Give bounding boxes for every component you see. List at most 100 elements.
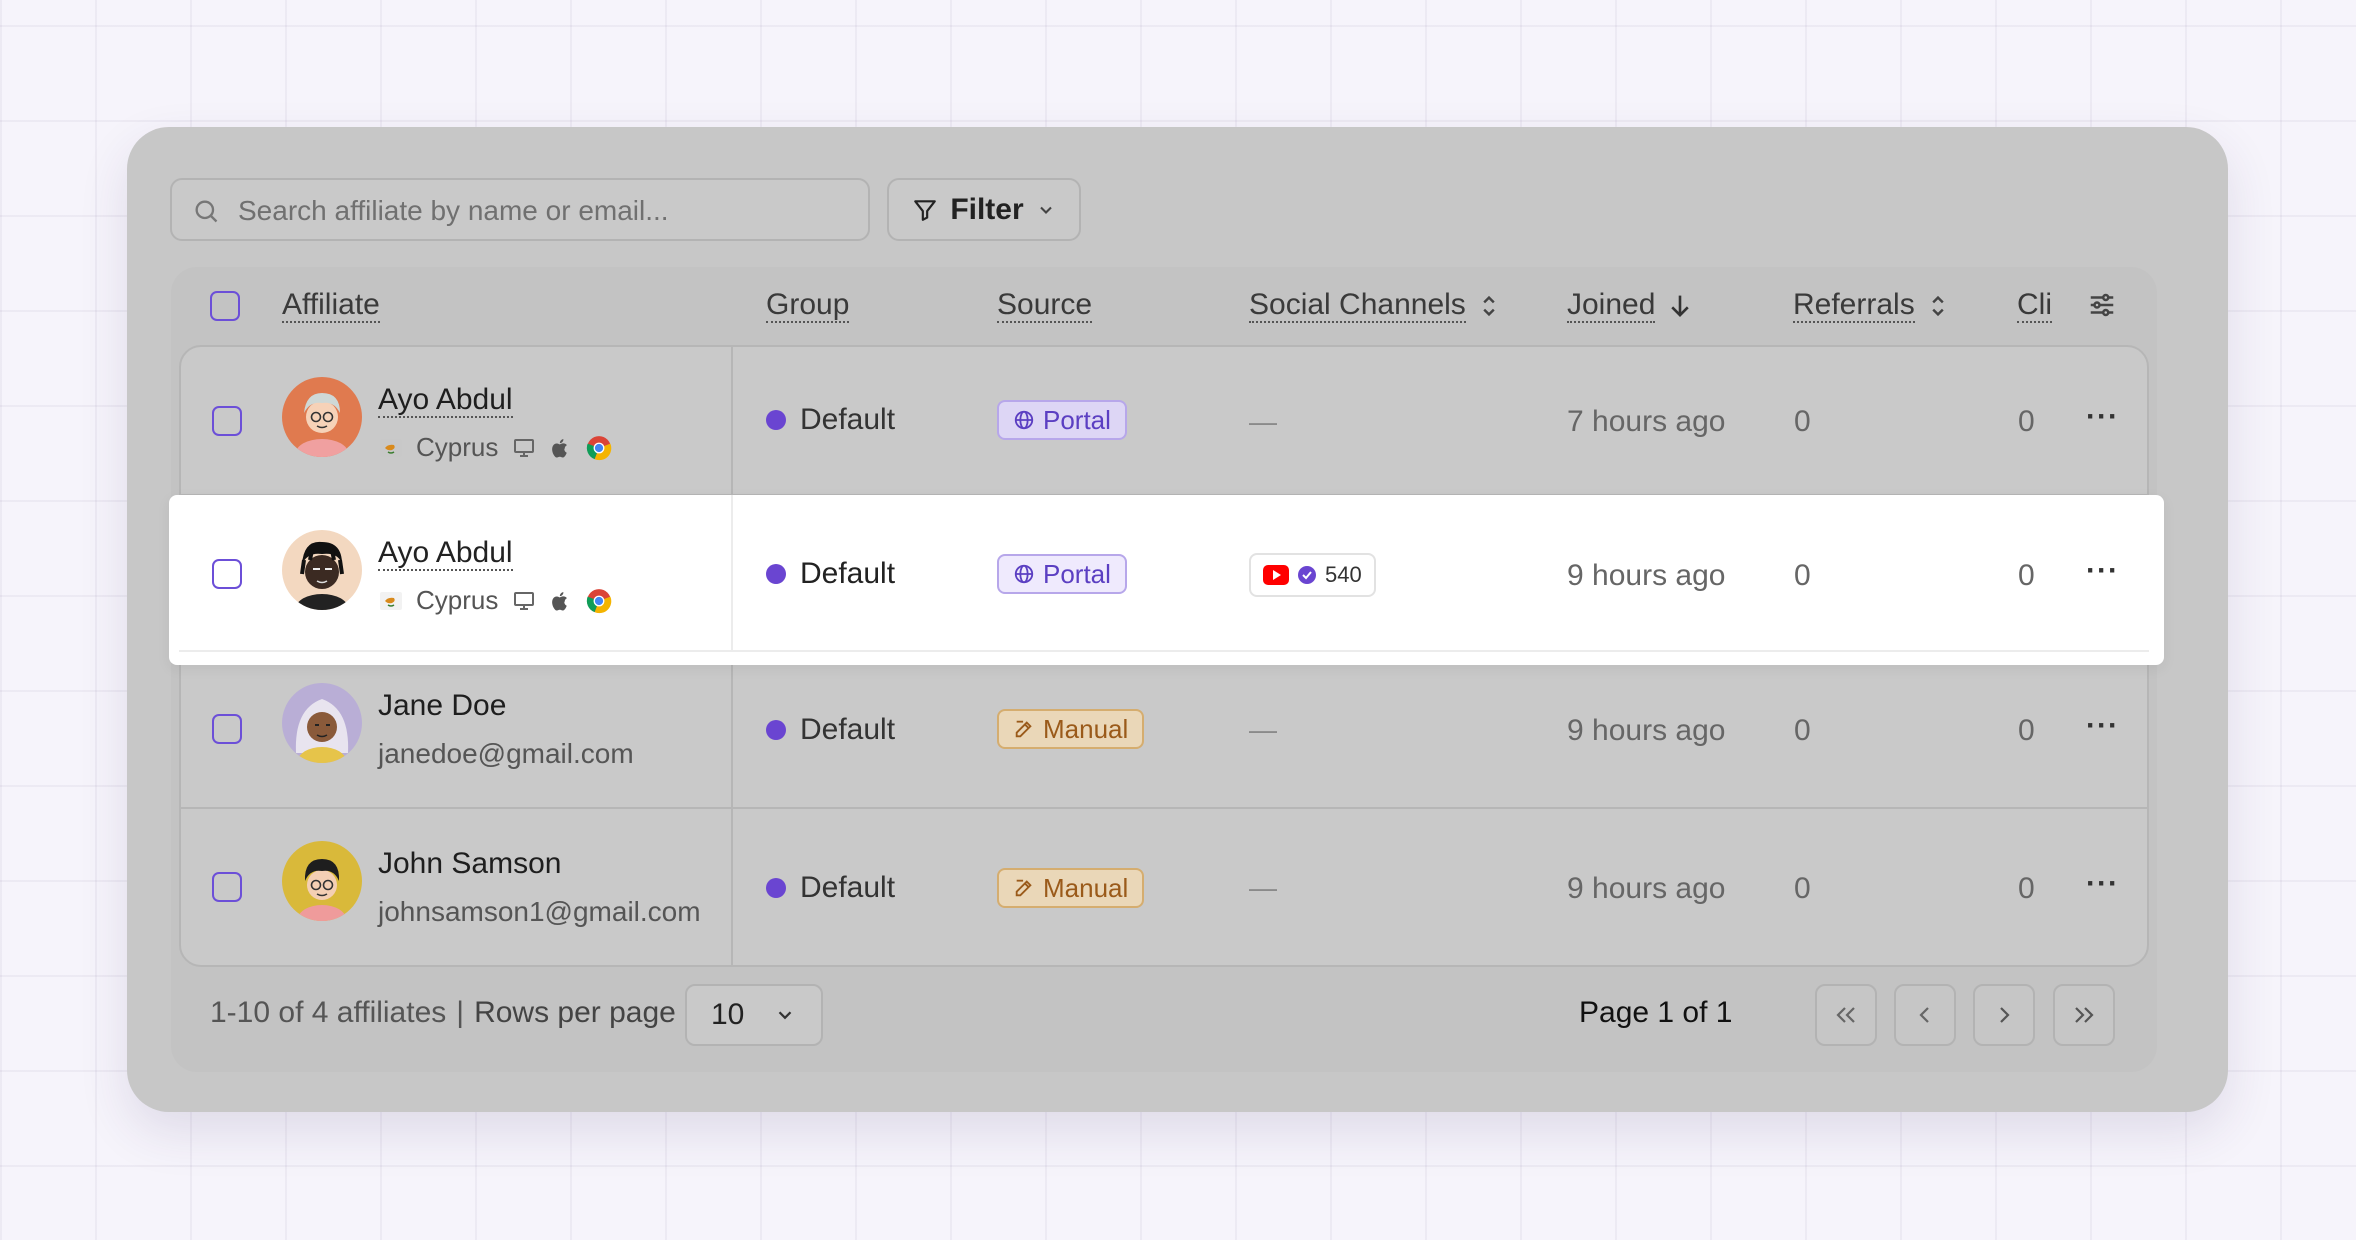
last-page-button[interactable]: [2053, 984, 2115, 1046]
row-divider: [179, 807, 2149, 809]
chevron-down-icon: [1039, 206, 1052, 214]
avatar: [282, 841, 362, 921]
column-divider: [731, 495, 733, 651]
more-icon[interactable]: ···: [2086, 554, 2119, 588]
joined-time: 9 hours ago: [1567, 872, 1726, 905]
column-affiliate[interactable]: Affiliate: [282, 285, 380, 327]
youtube-icon: [1263, 565, 1289, 585]
group-cell: Default: [766, 871, 895, 905]
filter-button[interactable]: Filter: [887, 178, 1081, 241]
joined-time: 7 hours ago: [1567, 405, 1726, 438]
clicks-count: 0: [2018, 714, 2035, 747]
column-source[interactable]: Source: [997, 285, 1093, 327]
avatar: [282, 683, 362, 763]
globe-icon: [1014, 410, 1034, 430]
affiliate-meta: Cyprus: [380, 432, 612, 463]
row-checkbox[interactable]: [212, 714, 242, 744]
affiliate-name[interactable]: Ayo Abdul: [378, 537, 513, 571]
column-social-channels[interactable]: Social Channels: [1249, 285, 1498, 327]
chevron-down-icon: [779, 1011, 792, 1020]
row-highlight: [169, 495, 2164, 665]
clicks-count: 0: [2018, 405, 2035, 438]
search-input[interactable]: [236, 180, 860, 241]
rows-per-page-select[interactable]: 10: [685, 984, 823, 1046]
row-divider: [179, 650, 2149, 652]
next-page-icon: [2000, 1007, 2010, 1023]
social-empty: —: [1249, 714, 1277, 745]
referrals-count: 0: [1794, 559, 1811, 592]
country-label: Cyprus: [416, 585, 499, 615]
prev-page-icon: [1919, 1007, 1929, 1023]
rows-per-page-value: 10: [711, 998, 745, 1031]
column-joined[interactable]: Joined: [1567, 285, 1691, 327]
filter-icon: [914, 199, 937, 221]
clicks-count: 0: [2018, 559, 2035, 592]
affiliate-meta: Cyprus: [380, 585, 612, 616]
sort-icon: [1483, 295, 1495, 317]
prev-page-button[interactable]: [1894, 984, 1956, 1046]
range-label: 1-10 of 4 affiliates: [210, 996, 447, 1029]
edit-icon: [1015, 879, 1032, 897]
chrome-icon: [587, 435, 612, 460]
apple-icon: [552, 438, 568, 458]
rows-per-page-label: Rows per page: [474, 996, 676, 1029]
column-clicks[interactable]: Cli: [2017, 285, 2052, 327]
filter-label: Filter: [950, 192, 1024, 226]
source-badge: Manual: [997, 709, 1145, 749]
first-page-icon: [1836, 1007, 1855, 1023]
globe-icon: [1014, 564, 1034, 584]
group-dot: [766, 410, 786, 430]
group-cell: Default: [766, 557, 895, 591]
affiliate-name[interactable]: John Samson: [378, 847, 561, 881]
source-badge: Manual: [997, 868, 1145, 908]
social-empty: —: [1249, 872, 1277, 903]
first-page-button[interactable]: [1815, 984, 1877, 1046]
affiliate-email: johnsamson1@gmail.com: [378, 896, 701, 927]
social-count: 540: [1325, 562, 1362, 587]
more-icon[interactable]: ···: [2086, 400, 2119, 434]
apple-icon: [552, 591, 568, 611]
referrals-count: 0: [1794, 872, 1811, 905]
group-dot: [766, 720, 786, 740]
affiliate-name[interactable]: Ayo Abdul: [378, 384, 513, 418]
sort-icon: [1932, 295, 1944, 317]
avatar: [282, 377, 362, 457]
group-dot: [766, 878, 786, 898]
avatar: [282, 530, 362, 610]
joined-time: 9 hours ago: [1567, 559, 1726, 592]
column-group[interactable]: Group: [766, 285, 850, 327]
arrow-down-icon: [1671, 295, 1690, 317]
row-checkbox[interactable]: [212, 872, 242, 902]
affiliate-name[interactable]: Jane Doe: [378, 689, 506, 723]
social-empty: —: [1249, 406, 1277, 437]
separator: |: [456, 996, 465, 1029]
row-checkbox[interactable]: [212, 559, 242, 589]
source-badge: Portal: [997, 554, 1127, 594]
country-label: Cyprus: [416, 432, 499, 462]
affiliate-email: janedoe@gmail.com: [378, 738, 634, 769]
group-cell: Default: [766, 403, 895, 437]
social-channel-chip[interactable]: 540: [1249, 553, 1376, 597]
search-icon: [195, 200, 218, 223]
row-checkbox[interactable]: [212, 406, 242, 436]
chrome-icon: [587, 588, 612, 613]
cyprus-flag-icon: [380, 591, 402, 610]
search-box[interactable]: [170, 178, 870, 241]
desktop-icon: [514, 438, 535, 457]
next-page-button[interactable]: [1973, 984, 2035, 1046]
settings-sliders-icon[interactable]: [2087, 290, 2117, 320]
source-badge: Portal: [997, 400, 1127, 440]
joined-time: 9 hours ago: [1567, 714, 1726, 747]
pagination-summary: 1-10 of 4 affiliates | Rows per page: [210, 996, 676, 1030]
more-icon[interactable]: ···: [2086, 867, 2119, 901]
group-dot: [766, 564, 786, 584]
column-referrals[interactable]: Referrals: [1793, 285, 1947, 327]
select-all-checkbox[interactable]: [210, 291, 240, 321]
last-page-icon: [2075, 1007, 2094, 1023]
edit-icon: [1015, 720, 1032, 738]
more-icon[interactable]: ···: [2086, 709, 2119, 743]
verified-icon: [1298, 566, 1316, 584]
referrals-count: 0: [1794, 714, 1811, 747]
page-indicator: Page 1 of 1: [1579, 996, 1733, 1029]
group-cell: Default: [766, 713, 895, 747]
